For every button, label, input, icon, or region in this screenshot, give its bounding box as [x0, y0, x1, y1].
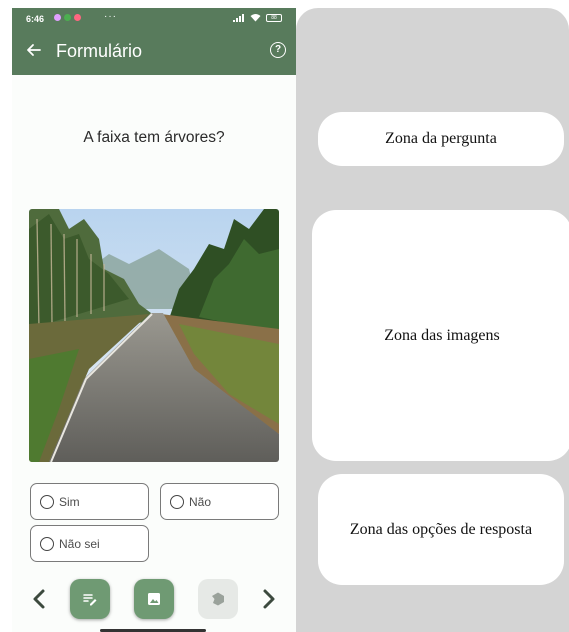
help-circle-icon[interactable]: ?	[270, 42, 286, 58]
option-sim[interactable]: Sim	[30, 483, 149, 520]
page-title: Formulário	[56, 41, 143, 61]
wifi-icon	[250, 14, 261, 22]
notification-icons	[54, 14, 81, 21]
status-bar: 6:46 ··· 88	[12, 8, 296, 30]
form-edit-icon	[83, 594, 97, 606]
radio-button[interactable]	[170, 494, 184, 509]
notification-icon	[74, 14, 81, 21]
annotation-panel: Zona da pergunta Zona das imagens Zona d…	[296, 8, 569, 632]
option-label: Sim	[59, 494, 80, 509]
battery-icon: 88	[266, 13, 282, 22]
question-text: A faixa tem árvores?	[83, 129, 225, 146]
polygon-button[interactable]	[198, 579, 238, 619]
status-time: 6:46	[26, 14, 45, 24]
status-more: ···	[104, 11, 117, 22]
system-icons: 88	[233, 13, 282, 22]
road-with-trees-photo	[29, 209, 279, 462]
chevron-left-icon[interactable]	[30, 588, 48, 610]
app-bar: Formulário ?	[12, 30, 296, 75]
chevron-right-icon[interactable]	[260, 588, 278, 610]
radio-button[interactable]	[40, 494, 54, 509]
options-zone-label: Zona das opções de resposta	[318, 474, 564, 585]
option-label: Não sei	[59, 536, 100, 551]
question-zone-label: Zona da pergunta	[318, 112, 564, 166]
notification-icon	[64, 14, 71, 21]
notification-icon	[54, 14, 61, 21]
option-nao-sei[interactable]: Não sei	[30, 525, 149, 562]
question-photo	[29, 209, 279, 462]
arrow-left-icon[interactable]	[24, 40, 44, 60]
phone-screen: 6:46 ··· 88 Formulário ? A faixa tem árv…	[12, 8, 296, 632]
option-nao[interactable]: Não	[160, 483, 279, 520]
signal-icon	[233, 13, 244, 22]
form-button[interactable]	[70, 579, 110, 619]
images-zone-label: Zona das imagens	[312, 210, 569, 461]
image-icon	[148, 593, 160, 605]
radio-button[interactable]	[40, 536, 54, 551]
option-label: Não	[189, 494, 212, 509]
image-button[interactable]	[134, 579, 174, 619]
polygon-icon	[212, 592, 224, 606]
